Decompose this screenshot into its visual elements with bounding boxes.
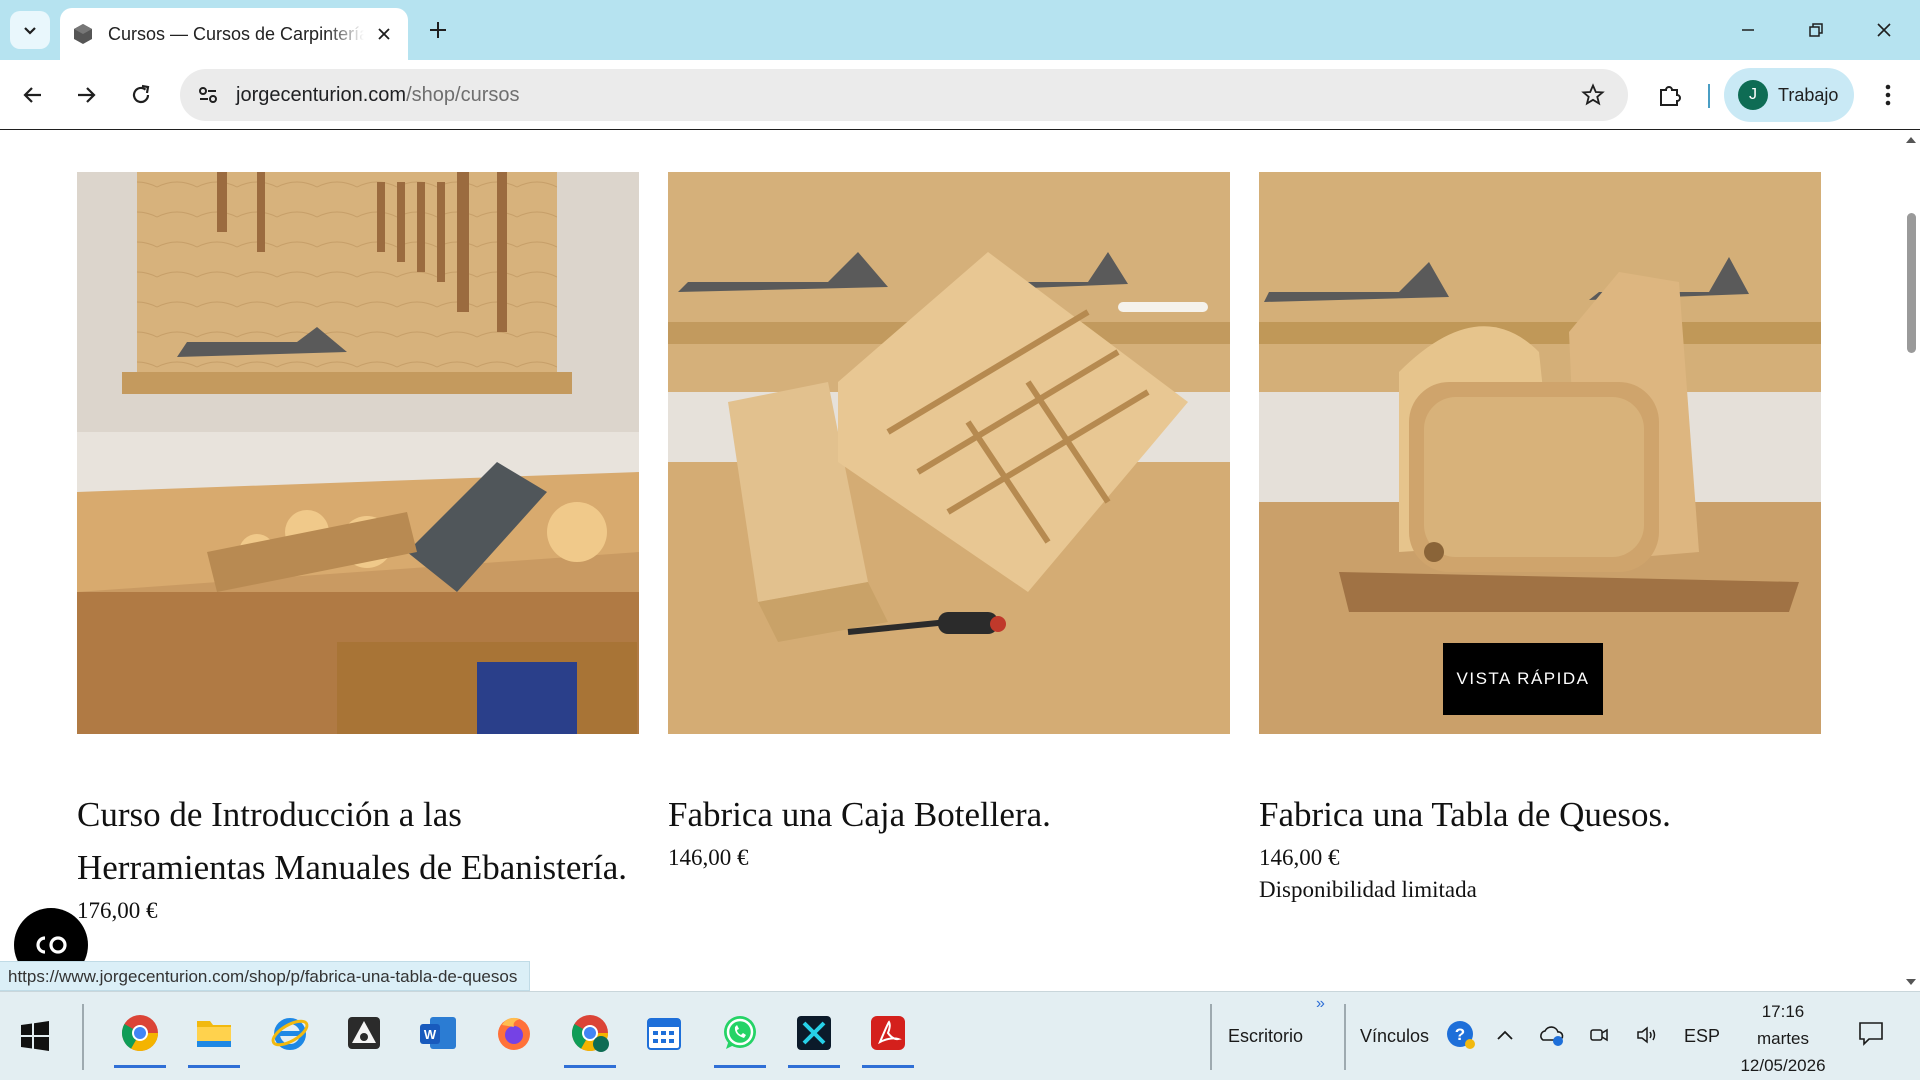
- product-card[interactable]: Curso de Introducción a las Herramientas…: [77, 172, 639, 924]
- taskbar-clock[interactable]: 17:16 martes 12/05/2026: [1728, 998, 1838, 1079]
- scroll-down-arrow-icon[interactable]: [1906, 979, 1916, 985]
- puzzle-icon: [1660, 86, 1681, 106]
- calendar-icon[interactable]: [634, 1002, 694, 1064]
- link-status-bubble: https://www.jorgecenturion.com/shop/p/fa…: [0, 961, 531, 991]
- forward-button[interactable]: [66, 75, 106, 115]
- chrome-profile-icon[interactable]: [560, 1002, 620, 1068]
- cc-icon: [36, 936, 67, 954]
- reload-icon: [132, 84, 150, 104]
- meet-now-icon[interactable]: [1586, 1022, 1612, 1048]
- bookmark-star-icon[interactable]: [1578, 80, 1608, 110]
- onedrive-icon[interactable]: [1538, 1022, 1564, 1048]
- help-icon[interactable]: ?: [1446, 1020, 1476, 1050]
- acrobat-icon[interactable]: [858, 1002, 918, 1068]
- input-language[interactable]: ESP: [1684, 1026, 1720, 1047]
- profile-name: Trabajo: [1778, 84, 1839, 105]
- product-price: 146,00 €: [1259, 845, 1340, 870]
- unknown-app-icon[interactable]: [784, 1002, 844, 1068]
- product-price: 176,00 €: [77, 898, 158, 923]
- restore-icon: [1809, 23, 1823, 37]
- windows-start-icon[interactable]: [20, 1021, 50, 1051]
- browser-toolbar: jorgecenturion.com/shop/cursos J Trabajo: [0, 60, 1920, 130]
- address-bar[interactable]: jorgecenturion.com/shop/cursos: [180, 69, 1628, 121]
- firefox-icon[interactable]: [484, 1002, 544, 1064]
- tab-strip: Cursos — Cursos de Carpintería: [0, 0, 1920, 60]
- scroll-thumb[interactable]: [1907, 213, 1916, 353]
- product-title[interactable]: Curso de Introducción a las Herramientas…: [77, 788, 639, 894]
- arrow-right-icon: [78, 87, 96, 103]
- windows-taskbar: W » Escritorio Vínculos ? ESP 17:16 mart…: [0, 991, 1920, 1080]
- minimize-icon: [1742, 29, 1754, 31]
- desktop-toolbar-label[interactable]: Escritorio: [1228, 1026, 1303, 1047]
- tab-search-button[interactable]: [10, 11, 50, 49]
- internet-explorer-icon[interactable]: [260, 1002, 320, 1064]
- back-button[interactable]: [13, 75, 53, 115]
- minimize-button[interactable]: [1728, 10, 1768, 50]
- product-title[interactable]: Fabrica una Tabla de Quesos.: [1259, 788, 1821, 841]
- links-toolbar-label[interactable]: Vínculos: [1360, 1026, 1429, 1047]
- browser-menu-button[interactable]: [1868, 75, 1908, 115]
- clock-time: 17:16: [1761, 1002, 1805, 1021]
- site-settings-icon[interactable]: [188, 75, 228, 115]
- svg-text:?: ?: [1455, 1025, 1465, 1044]
- product-image-bottle-box[interactable]: [668, 172, 1230, 734]
- clock-date: 12/05/2026: [1740, 1056, 1826, 1075]
- url-path: /shop/cursos: [406, 83, 520, 106]
- product-image-cheese-board[interactable]: VISTA RÁPIDA: [1259, 172, 1821, 734]
- close-window-button[interactable]: [1864, 10, 1904, 50]
- toolbar-overflow-chevron[interactable]: »: [1316, 995, 1325, 1013]
- toolbar-separator: [1708, 84, 1710, 108]
- profile-button[interactable]: J Trabajo: [1724, 68, 1854, 122]
- svg-text:W: W: [424, 1027, 437, 1042]
- taskbar-divider: [1344, 1004, 1346, 1070]
- chrome-icon[interactable]: [110, 1002, 170, 1068]
- more-vertical-icon: [1885, 84, 1891, 106]
- clock-day: martes: [1757, 1029, 1809, 1048]
- tab-title: Cursos — Cursos de Carpintería: [108, 23, 364, 44]
- site-favicon-icon: [74, 24, 92, 44]
- whatsapp-icon[interactable]: [710, 1002, 770, 1068]
- page-scrollbar[interactable]: [1902, 131, 1920, 991]
- close-icon[interactable]: [372, 22, 396, 46]
- taskbar-divider: [1210, 1004, 1212, 1070]
- product-image-hand-tools-course[interactable]: [77, 172, 639, 734]
- extensions-button[interactable]: [1650, 75, 1690, 115]
- active-tab[interactable]: Cursos — Cursos de Carpintería: [60, 8, 408, 60]
- reload-button[interactable]: [121, 75, 161, 115]
- avatar: J: [1738, 80, 1768, 110]
- scroll-up-arrow-icon[interactable]: [1906, 137, 1916, 143]
- close-icon: [1877, 23, 1891, 37]
- product-card[interactable]: Fabrica una Caja Botellera. 146,00 €: [668, 172, 1230, 871]
- product-card[interactable]: VISTA RÁPIDA Fabrica una Tabla de Quesos…: [1259, 172, 1821, 903]
- product-price: 146,00 €: [668, 845, 749, 870]
- availability-note: Disponibilidad limitada: [1259, 877, 1477, 902]
- arrow-left-icon: [23, 87, 41, 103]
- file-explorer-icon[interactable]: [184, 1002, 244, 1068]
- restore-button[interactable]: [1796, 10, 1836, 50]
- quick-view-button[interactable]: VISTA RÁPIDA: [1443, 643, 1603, 715]
- chevron-down-icon: [24, 27, 36, 35]
- notifications-icon[interactable]: [1856, 1018, 1886, 1048]
- inkscape-icon[interactable]: [334, 1002, 394, 1064]
- url-text: jorgecenturion.com/shop/cursos: [236, 84, 519, 107]
- page-viewport: Curso de Introducción a las Herramientas…: [0, 131, 1920, 991]
- word-icon[interactable]: W: [408, 1002, 468, 1064]
- new-tab-button[interactable]: [422, 14, 454, 46]
- product-title[interactable]: Fabrica una Caja Botellera.: [668, 788, 1230, 841]
- chevron-up-icon[interactable]: [1492, 1022, 1518, 1048]
- plus-icon: [430, 22, 446, 38]
- volume-icon[interactable]: [1634, 1022, 1660, 1048]
- taskbar-divider: [82, 1004, 84, 1070]
- url-domain: jorgecenturion.com: [236, 83, 407, 106]
